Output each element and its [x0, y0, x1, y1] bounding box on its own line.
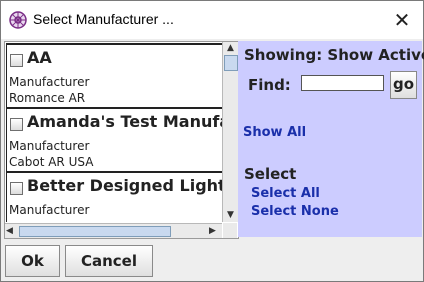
arrow-right-icon[interactable]: ▶ — [209, 224, 221, 238]
list-item-name: AA — [27, 48, 52, 67]
manufacturer-list[interactable]: AA Manufacturer Romance AR Amanda's Test… — [5, 42, 222, 222]
app-gear-icon — [9, 11, 27, 29]
manufacturer-list-pane: AA Manufacturer Romance AR Amanda's Test… — [4, 41, 239, 239]
filter-panel: Showing: Show Active Find: go Show All S… — [238, 41, 424, 237]
close-icon[interactable]: ✕ — [391, 9, 413, 31]
go-button[interactable]: go — [390, 71, 417, 99]
arrow-up-icon[interactable]: ▲ — [223, 42, 238, 54]
list-item-type: Manufacturer — [9, 203, 90, 217]
list-item-name: Amanda's Test Manufac — [27, 112, 222, 131]
select-manufacturer-dialog: Select Manufacturer ... ✕ AA Manufacture… — [0, 0, 424, 282]
list-item[interactable]: Better Designed Lightin Manufacturer — [6, 171, 222, 222]
show-all-link[interactable]: Show All — [243, 125, 306, 140]
showing-status: Showing: Show Active — [244, 46, 424, 64]
select-heading: Select — [244, 165, 297, 183]
select-none-link[interactable]: Select None — [251, 204, 339, 219]
list-item-checkbox[interactable] — [10, 54, 23, 67]
list-item-location: Romance AR — [9, 91, 86, 105]
horizontal-scrollbar[interactable]: ◀ ▶ — [5, 223, 222, 238]
select-all-link[interactable]: Select All — [251, 186, 320, 201]
cancel-button[interactable]: Cancel — [65, 245, 153, 277]
scrollbar-corner — [223, 223, 237, 238]
list-item[interactable]: Amanda's Test Manufac Manufacturer Cabot… — [6, 107, 222, 173]
vertical-scroll-thumb[interactable] — [224, 55, 238, 71]
window-title: Select Manufacturer ... — [33, 11, 174, 27]
list-item-type: Manufacturer — [9, 75, 90, 89]
find-input[interactable] — [301, 75, 384, 91]
horizontal-scroll-thumb[interactable] — [19, 226, 171, 237]
list-item-name: Better Designed Lightin — [27, 176, 222, 195]
find-label: Find: — [248, 76, 291, 94]
list-item[interactable]: AA Manufacturer Romance AR — [6, 43, 222, 109]
list-item-location: Cabot AR USA — [9, 155, 94, 169]
title-bar: Select Manufacturer ... ✕ — [1, 1, 423, 39]
list-item-type: Manufacturer — [9, 139, 90, 153]
list-item-checkbox[interactable] — [10, 182, 23, 195]
list-item-checkbox[interactable] — [10, 118, 23, 131]
arrow-left-icon[interactable]: ◀ — [6, 224, 18, 238]
vertical-scrollbar[interactable]: ▲ ▼ — [222, 42, 238, 222]
arrow-down-icon[interactable]: ▼ — [223, 209, 238, 221]
ok-button[interactable]: Ok — [5, 245, 60, 277]
